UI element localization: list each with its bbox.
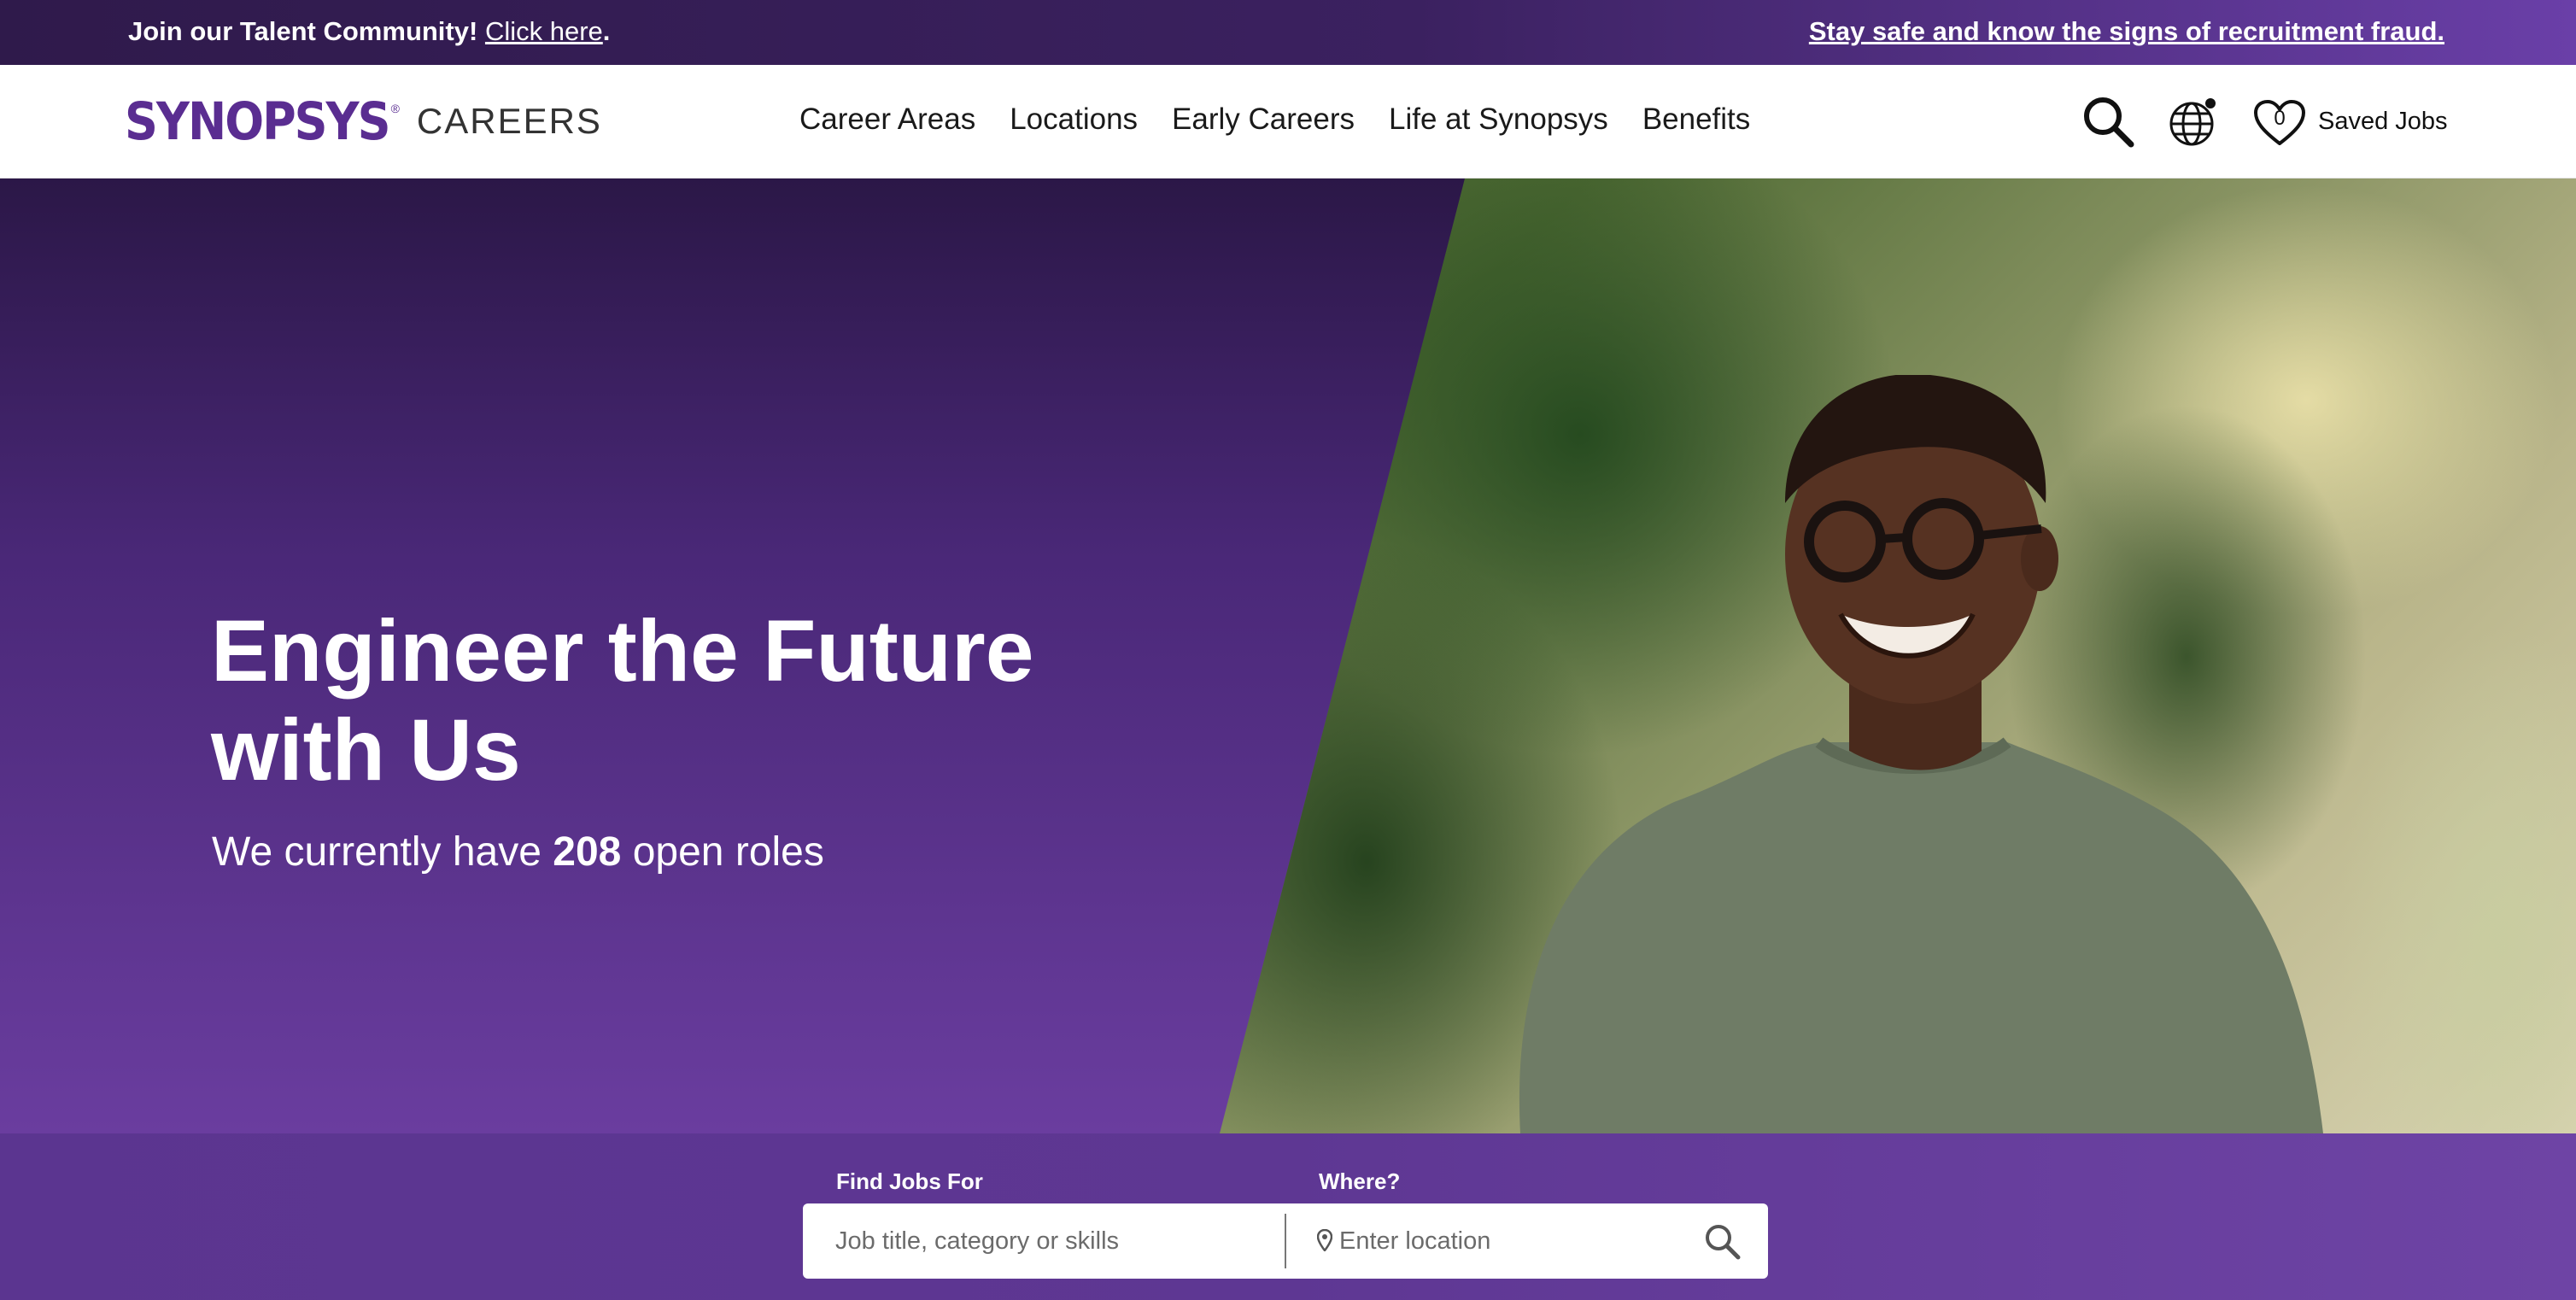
logo-careers: CAREERS	[416, 101, 602, 141]
search-submit-icon[interactable]	[1703, 1222, 1741, 1260]
talent-community-notice: Join our Talent Community! Click here.	[128, 16, 610, 47]
smiling-man-illustration	[1519, 375, 2323, 1133]
nav-locations[interactable]: Locations	[1010, 102, 1138, 137]
job-search-bar: Find Jobs For Where?	[0, 1133, 2576, 1300]
logo-brand: SYNOPSYS	[125, 91, 391, 152]
location-pin-icon	[1317, 1229, 1332, 1251]
open-roles-prefix: We currently have	[212, 829, 553, 875]
saved-jobs-link[interactable]: Saved Jobs	[2318, 108, 2448, 136]
open-roles-text: We currently have 208 open roles	[212, 829, 824, 875]
synopsys-careers-logo[interactable]: SYNOPSYS ® CAREERS	[125, 91, 602, 152]
globe-icon[interactable]	[2168, 97, 2219, 148]
talent-community-text: Join our Talent Community!	[128, 16, 485, 46]
hero-title-line2: with Us	[211, 701, 521, 799]
hero-title: Engineer the Future with Us	[211, 601, 1150, 799]
where-label: Where?	[1319, 1168, 1401, 1194]
find-jobs-label: Find Jobs For	[836, 1168, 983, 1194]
nav-benefits[interactable]: Benefits	[1642, 102, 1750, 137]
announcement-bar: Join our Talent Community! Click here. S…	[0, 0, 2576, 65]
talent-community-period: .	[602, 16, 611, 46]
hero-banner: Engineer the Future with Us We currently…	[0, 179, 2576, 1133]
saved-jobs-count: 0	[2274, 107, 2286, 130]
talent-community-link[interactable]: Click here	[485, 16, 603, 46]
site-header: SYNOPSYS ® CAREERS Career Areas Location…	[0, 65, 2576, 179]
logo-registered-mark: ®	[390, 102, 400, 115]
recruitment-fraud-link[interactable]: Stay safe and know the signs of recruitm…	[1809, 16, 2444, 47]
nav-career-areas[interactable]: Career Areas	[799, 102, 975, 137]
open-roles-suffix: open roles	[621, 829, 824, 875]
nav-life-at-synopsys[interactable]: Life at Synopsys	[1389, 102, 1608, 137]
nav-early-careers[interactable]: Early Careers	[1172, 102, 1355, 137]
hero-title-line1: Engineer the Future	[211, 602, 1034, 700]
open-roles-count: 208	[553, 829, 622, 875]
job-keyword-input[interactable]	[835, 1203, 1271, 1279]
search-form	[803, 1203, 1768, 1279]
search-icon[interactable]	[2081, 94, 2135, 149]
search-divider	[1285, 1214, 1286, 1268]
location-input[interactable]	[1339, 1203, 1664, 1279]
main-nav: Career Areas Locations Early Careers Lif…	[799, 102, 1750, 137]
